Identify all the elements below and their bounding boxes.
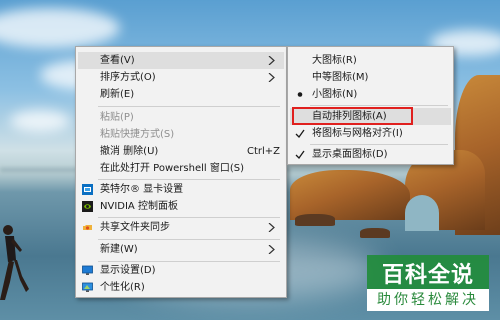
menu-item-display-settings[interactable]: 显示设置(D) — [78, 262, 284, 279]
menu-item-share-folder-sync[interactable]: 共享文件夹同步 — [78, 219, 284, 236]
menu-item-new[interactable]: 新建(W) — [78, 241, 284, 258]
menu-item-personalize[interactable]: 个性化(R) — [78, 279, 284, 296]
menu-item-undo-delete[interactable]: 撤消 删除(U) Ctrl+Z — [78, 143, 284, 160]
submenu-item-align-to-grid[interactable]: 将图标与网格对齐(I) — [290, 125, 451, 142]
annotation-highlight-box — [292, 107, 413, 125]
chevron-right-icon — [268, 245, 275, 254]
chevron-right-icon — [268, 223, 275, 232]
menu-item-refresh[interactable]: 刷新(E) — [78, 86, 284, 103]
nvidia-icon — [82, 201, 93, 212]
watermark-title: 百科全说 — [381, 263, 474, 288]
menu-item-open-powershell[interactable]: 在此处打开 Powershell 窗口(S) — [78, 160, 284, 177]
menu-item-view[interactable]: 查看(V) — [78, 52, 284, 69]
submenu-item-large-icons[interactable]: 大图标(R) — [290, 52, 451, 69]
menu-separator — [98, 179, 280, 180]
submenu-item-show-desktop-icons[interactable]: 显示桌面图标(D) — [290, 146, 451, 163]
watermark-subtitle: 助你轻松解决 — [367, 289, 489, 311]
share-sync-icon — [83, 225, 92, 230]
desktop-context-menu: 查看(V) 排序方式(O) 刷新(E) 粘贴(P) 粘贴快捷方式(S) 撤消 删… — [75, 46, 287, 298]
menu-separator — [310, 144, 448, 145]
shortcut-label: Ctrl+Z — [247, 146, 281, 157]
checkmark-icon — [295, 129, 305, 139]
runner-figure — [0, 225, 29, 300]
menu-item-intel-graphics[interactable]: 英特尔® 显卡设置 — [78, 181, 284, 198]
menu-separator — [98, 239, 280, 240]
menu-separator — [98, 106, 280, 107]
menu-item-sort-by[interactable]: 排序方式(O) — [78, 69, 284, 86]
chevron-right-icon — [268, 56, 275, 65]
display-icon — [82, 265, 93, 275]
menu-separator — [98, 217, 280, 218]
menu-item-paste-shortcut[interactable]: 粘贴快捷方式(S) — [78, 126, 284, 143]
submenu-item-small-icons[interactable]: 小图标(N) — [290, 86, 451, 103]
personalize-icon — [82, 282, 93, 292]
chevron-right-icon — [268, 73, 275, 82]
view-submenu: 大图标(R) 中等图标(M) 小图标(N) 自动排列图标(A) 将图标与网格对齐… — [287, 46, 454, 165]
menu-item-paste[interactable]: 粘贴(P) — [78, 109, 284, 126]
checkmark-icon — [295, 150, 305, 160]
menu-separator — [310, 105, 448, 106]
submenu-item-medium-icons[interactable]: 中等图标(M) — [290, 69, 451, 86]
watermark-logo: 百科全说 助你轻松解决 — [367, 255, 489, 311]
menu-item-nvidia-control-panel[interactable]: NVIDIA 控制面板 — [78, 198, 284, 215]
intel-graphics-icon — [82, 184, 93, 195]
selected-bullet-icon — [297, 92, 303, 97]
